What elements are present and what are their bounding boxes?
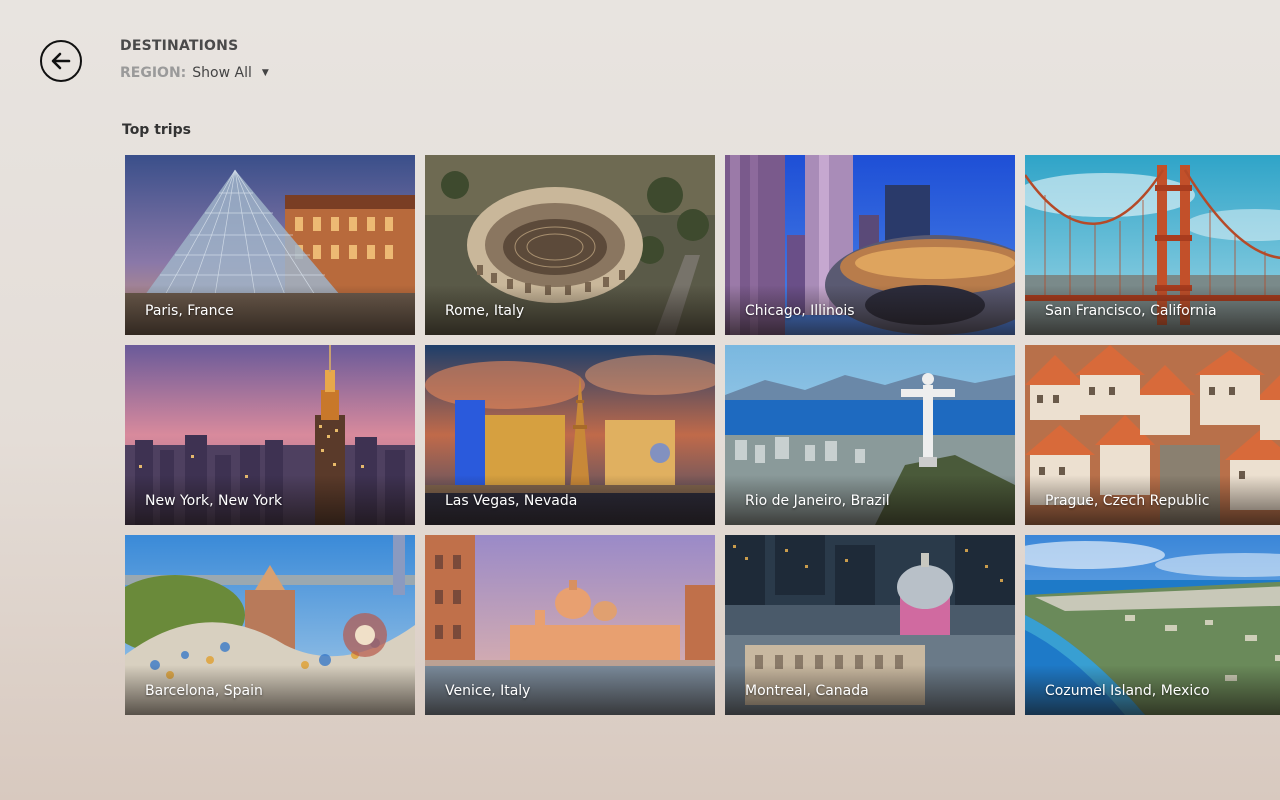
destination-tile-new-york[interactable]: New York, New York bbox=[125, 345, 415, 525]
destination-label: Las Vegas, Nevada bbox=[445, 493, 578, 509]
destination-label: San Francisco, California bbox=[1045, 303, 1217, 319]
destination-tile-las-vegas[interactable]: Las Vegas, Nevada bbox=[425, 345, 715, 525]
destination-tile-barcelona[interactable]: Barcelona, Spain bbox=[125, 535, 415, 715]
back-button[interactable] bbox=[40, 40, 82, 82]
destination-label: Barcelona, Spain bbox=[145, 683, 263, 699]
destination-tile-prague[interactable]: Prague, Czech Republic bbox=[1025, 345, 1280, 525]
destination-label: Montreal, Canada bbox=[745, 683, 869, 699]
destination-tile-rome[interactable]: Rome, Italy bbox=[425, 155, 715, 335]
destination-tile-venice[interactable]: Venice, Italy bbox=[425, 535, 715, 715]
destination-label: Rio de Janeiro, Brazil bbox=[745, 493, 890, 509]
destination-label: Cozumel Island, Mexico bbox=[1045, 683, 1210, 699]
region-label: REGION: bbox=[120, 65, 187, 81]
destination-label: Paris, France bbox=[145, 303, 234, 319]
destination-tile-san-francisco[interactable]: San Francisco, California bbox=[1025, 155, 1280, 335]
destination-tile-paris[interactable]: Paris, France bbox=[125, 155, 415, 335]
destination-tile-chicago[interactable]: Chicago, Illinois bbox=[725, 155, 1015, 335]
destination-label: Venice, Italy bbox=[445, 683, 531, 699]
section-title-top-trips: Top trips bbox=[122, 122, 191, 138]
destination-label: Prague, Czech Republic bbox=[1045, 493, 1210, 509]
destination-label: Chicago, Illinois bbox=[745, 303, 855, 319]
destination-tile-montreal[interactable]: Montreal, Canada bbox=[725, 535, 1015, 715]
region-selected-value: Show All bbox=[192, 65, 252, 81]
region-filter-dropdown[interactable]: REGION: Show All ▼ bbox=[120, 65, 269, 81]
chevron-down-icon: ▼ bbox=[261, 68, 269, 78]
destination-label: Rome, Italy bbox=[445, 303, 525, 319]
arrow-left-icon bbox=[51, 52, 71, 70]
page-title: DESTINATIONS bbox=[120, 38, 239, 54]
destination-label: New York, New York bbox=[145, 493, 283, 509]
destinations-grid: Paris, France Rome, Italy Chicago, Illin… bbox=[125, 155, 1280, 715]
destination-tile-rio[interactable]: Rio de Janeiro, Brazil bbox=[725, 345, 1015, 525]
destination-tile-cozumel[interactable]: Cozumel Island, Mexico bbox=[1025, 535, 1280, 715]
